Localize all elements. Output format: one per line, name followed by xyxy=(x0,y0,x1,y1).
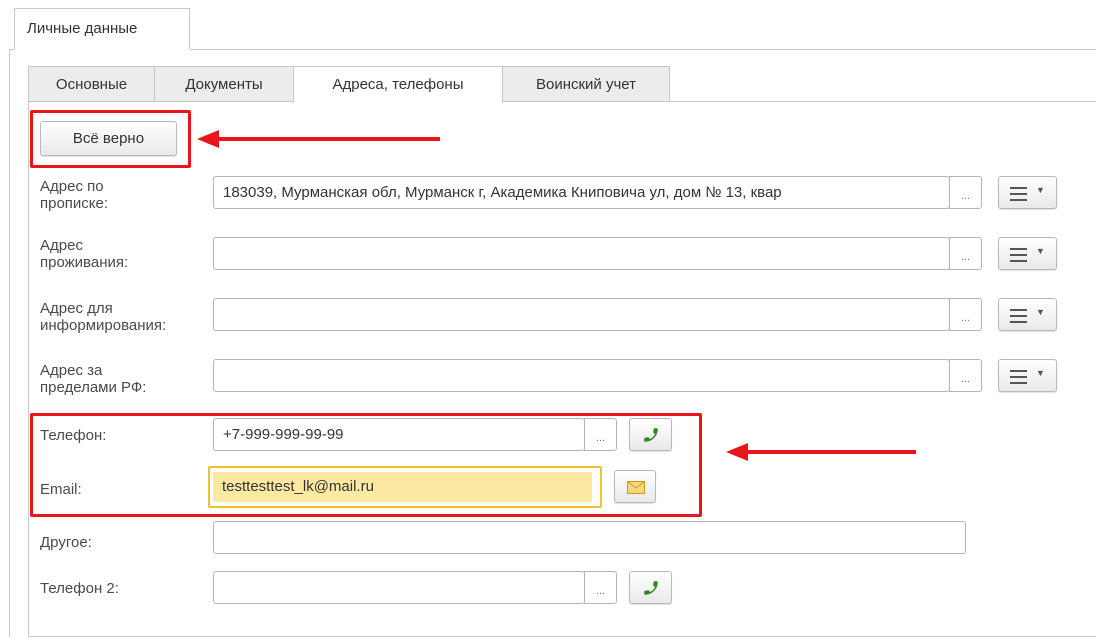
chevron-down-icon: ▼ xyxy=(1036,246,1045,256)
info-address-menu-button[interactable]: ▼ xyxy=(998,298,1057,331)
annotation-arrow-contacts xyxy=(744,450,916,454)
menu-icon xyxy=(1010,187,1027,205)
envelope-icon xyxy=(627,481,645,494)
info-address-select-button[interactable]: ... xyxy=(949,298,982,331)
phone-icon xyxy=(644,428,658,442)
tab-main-label: Основные xyxy=(55,76,128,93)
menu-icon xyxy=(1010,370,1027,388)
phone2-label: Телефон 2: xyxy=(40,580,119,597)
tab-addresses-phones[interactable]: Адреса, телефоны xyxy=(293,66,503,103)
chevron-down-icon: ▼ xyxy=(1036,307,1045,317)
phone-input[interactable]: +7-999-999-99-99 xyxy=(213,418,585,451)
reg-address-label: Адрес по прописке: xyxy=(40,178,109,212)
menu-icon xyxy=(1010,248,1027,266)
annotation-arrowhead-confirm xyxy=(197,130,219,148)
tab-documents[interactable]: Документы xyxy=(154,66,294,101)
reg-address-select-button[interactable]: ... xyxy=(949,176,982,209)
live-address-input[interactable] xyxy=(213,237,950,270)
tab-personal-data[interactable]: Личные данные xyxy=(14,8,190,50)
tab-military-label: Воинский учет xyxy=(535,76,637,93)
tab-addresses-phones-label: Адреса, телефоны xyxy=(332,76,464,93)
reg-address-input[interactable]: 183039, Мурманская обл, Мурманск г, Акад… xyxy=(213,176,950,209)
tab-personal-data-label: Личные данные xyxy=(27,20,138,37)
annotation-arrow-confirm xyxy=(214,137,440,141)
tab-main[interactable]: Основные xyxy=(28,66,155,101)
foreign-address-label: Адрес за пределами РФ: xyxy=(40,362,147,396)
send-email-button[interactable] xyxy=(614,470,656,503)
foreign-address-menu-button[interactable]: ▼ xyxy=(998,359,1057,392)
foreign-address-input[interactable] xyxy=(213,359,950,392)
email-label: Email: xyxy=(40,481,82,498)
tab-military[interactable]: Воинский учет xyxy=(502,66,670,101)
reg-address-menu-button[interactable]: ▼ xyxy=(998,176,1057,209)
info-address-input[interactable] xyxy=(213,298,950,331)
chevron-down-icon: ▼ xyxy=(1036,368,1045,378)
chevron-down-icon: ▼ xyxy=(1036,185,1045,195)
phone-select-button[interactable]: ... xyxy=(584,418,617,451)
live-address-label: Адрес проживания: xyxy=(40,237,129,271)
phone-icon xyxy=(644,581,658,595)
tab-documents-label: Документы xyxy=(185,76,263,93)
phone2-select-button[interactable]: ... xyxy=(584,571,617,604)
email-input[interactable]: testtesttest_lk@mail.ru xyxy=(213,472,592,502)
call2-button[interactable] xyxy=(629,571,672,604)
confirm-button-label: Всё верно xyxy=(72,130,145,147)
menu-icon xyxy=(1010,309,1027,327)
other-input[interactable] xyxy=(213,521,966,554)
live-address-menu-button[interactable]: ▼ xyxy=(998,237,1057,270)
info-address-label: Адрес для информирования: xyxy=(40,300,167,334)
email-field-focus: testtesttest_lk@mail.ru xyxy=(208,466,602,508)
annotation-arrowhead-contacts xyxy=(726,443,748,461)
foreign-address-select-button[interactable]: ... xyxy=(949,359,982,392)
phone-label: Телефон: xyxy=(40,427,107,444)
confirm-button[interactable]: Всё верно xyxy=(40,121,177,156)
call-button[interactable] xyxy=(629,418,672,451)
other-label: Другое: xyxy=(40,534,92,551)
phone2-input[interactable] xyxy=(213,571,585,604)
live-address-select-button[interactable]: ... xyxy=(949,237,982,270)
